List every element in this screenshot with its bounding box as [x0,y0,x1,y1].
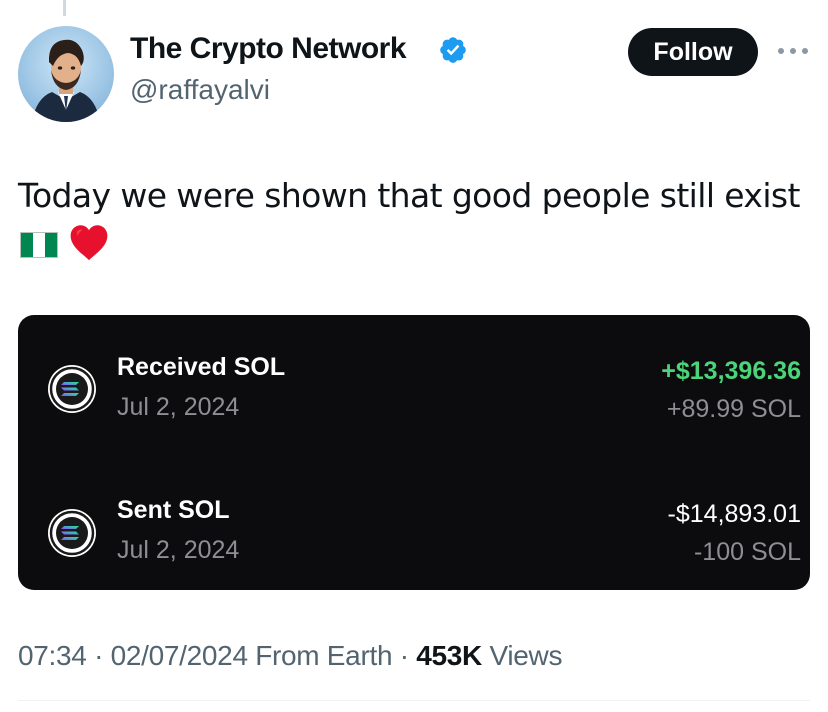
transaction-amount-sol: +89.99 SOL [666,395,801,423]
author-handle[interactable]: @raffayalvi [130,74,270,106]
more-options-icon[interactable] [778,38,808,64]
views-count[interactable]: 453K [416,640,482,671]
transaction-title: Received SOL [117,353,286,381]
thread-connector-line [63,0,66,16]
transaction-amount-usd: +$13,396.36 [661,357,801,385]
meta-separator: · [399,640,409,671]
wallet-transactions-card[interactable]: Received SOL Jul 2, 2024 +$13,396.36 +89… [18,315,810,590]
nigeria-flag-icon [20,232,58,258]
avatar-portrait-icon [32,39,100,122]
author-display-name[interactable]: The Crypto Network [130,32,407,66]
follow-button[interactable]: Follow [628,28,758,76]
tweet-meta: 07:34 · 02/07/2024 From Earth · 453K Vie… [18,640,562,672]
divider [18,700,810,701]
meta-separator: · [94,640,104,671]
transaction-date: Jul 2, 2024 [117,393,240,421]
transaction-amount-sol: -100 SOL [693,538,801,566]
solana-icon [48,509,96,557]
more-dot [802,48,808,54]
avatar[interactable] [18,26,114,122]
tweet-source: From Earth [255,640,393,671]
transaction-date: Jul 2, 2024 [117,536,240,564]
solana-icon [48,365,96,413]
more-dot [778,48,784,54]
transaction-title: Sent SOL [117,496,230,524]
transaction-amount-usd: -$14,893.01 [667,500,801,528]
verified-badge-icon [440,37,466,63]
red-heart-icon [70,225,108,261]
more-dot [790,48,796,54]
tweet-date[interactable]: 02/07/2024 [111,640,248,671]
tweet-time[interactable]: 07:34 [18,640,87,671]
views-label: Views [489,640,563,671]
tweet-text: Today we were shown that good people sti… [18,176,800,215]
